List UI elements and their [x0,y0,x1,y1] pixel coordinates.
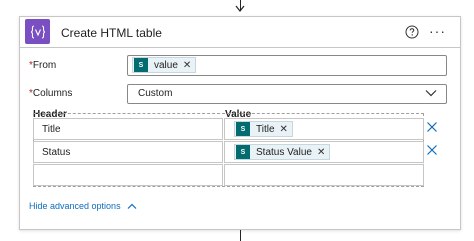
token-label: Title [256,123,275,135]
header-cell-text: Status [42,147,71,158]
more-options-icon[interactable]: ··· [429,24,446,38]
remove-token-icon[interactable]: ✕ [317,147,325,158]
value-cell-1[interactable]: S Title ✕ [224,118,424,140]
action-title: Create HTML table [61,26,162,40]
header-cell-new[interactable] [33,164,223,186]
dynamic-content-token[interactable]: S value ✕ [132,57,197,73]
hide-advanced-options-link[interactable]: Hide advanced options [29,201,137,211]
curly-brace-variable-icon [25,19,50,44]
dynamic-content-token[interactable]: S Title ✕ [234,121,293,137]
value-cell-2[interactable]: S Status Value ✕ [224,141,424,163]
remove-row-icon[interactable] [426,144,438,156]
chevron-up-icon [127,203,137,209]
header-cell-1[interactable]: Title [33,118,223,140]
remove-token-icon[interactable]: ✕ [280,124,288,135]
remove-row-icon[interactable] [426,121,438,133]
token-label: value [154,59,178,71]
sharepoint-icon: S [236,122,250,136]
dynamic-content-token[interactable]: S Status Value ✕ [234,144,331,160]
value-cell-new[interactable] [224,164,424,186]
from-label: *From [29,60,57,71]
sharepoint-icon: S [236,145,250,159]
header-cell-2[interactable]: Status [33,141,223,163]
create-html-table-card: Create HTML table ··· *From S value ✕ *C… [19,16,461,230]
sharepoint-icon: S [134,58,148,72]
from-input[interactable]: S value ✕ [127,55,447,76]
arrow-down-icon [235,5,245,12]
chevron-down-icon [425,90,437,97]
remove-token-icon[interactable]: ✕ [183,60,191,71]
card-header[interactable]: Create HTML table ··· [20,17,460,48]
token-label: Status Value [256,146,312,158]
header-cell-text: Title [42,124,61,135]
columns-dropdown[interactable]: Custom [127,84,447,104]
columns-label: *Columns [29,88,73,99]
help-icon[interactable] [405,25,419,39]
advanced-options-label: Hide advanced options [29,201,121,211]
columns-selected-value: Custom [138,88,173,99]
flow-connector-bottom [240,230,241,241]
